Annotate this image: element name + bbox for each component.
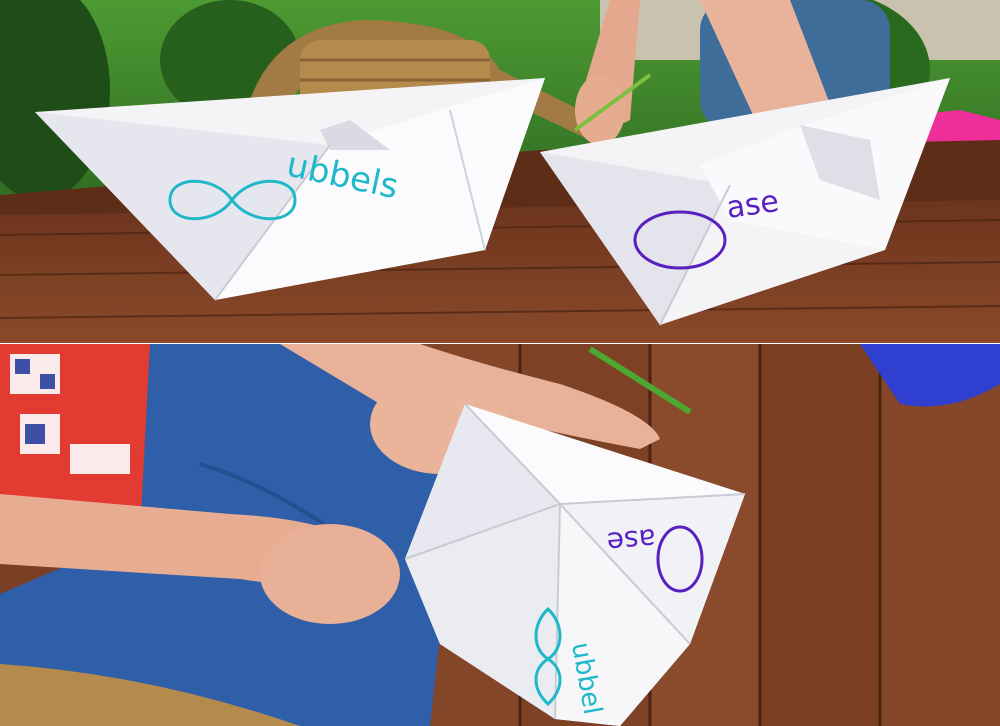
bottom-photo: ase ubbel (0, 344, 1000, 726)
top-photo: ubbels ase (0, 0, 1000, 344)
bottom-photo-scene: ase ubbel (0, 344, 1000, 726)
top-photo-scene: ubbels ase (0, 0, 1000, 344)
fortune-teller-top-word: ase (606, 522, 658, 559)
boat-right-word: ase (724, 184, 781, 226)
